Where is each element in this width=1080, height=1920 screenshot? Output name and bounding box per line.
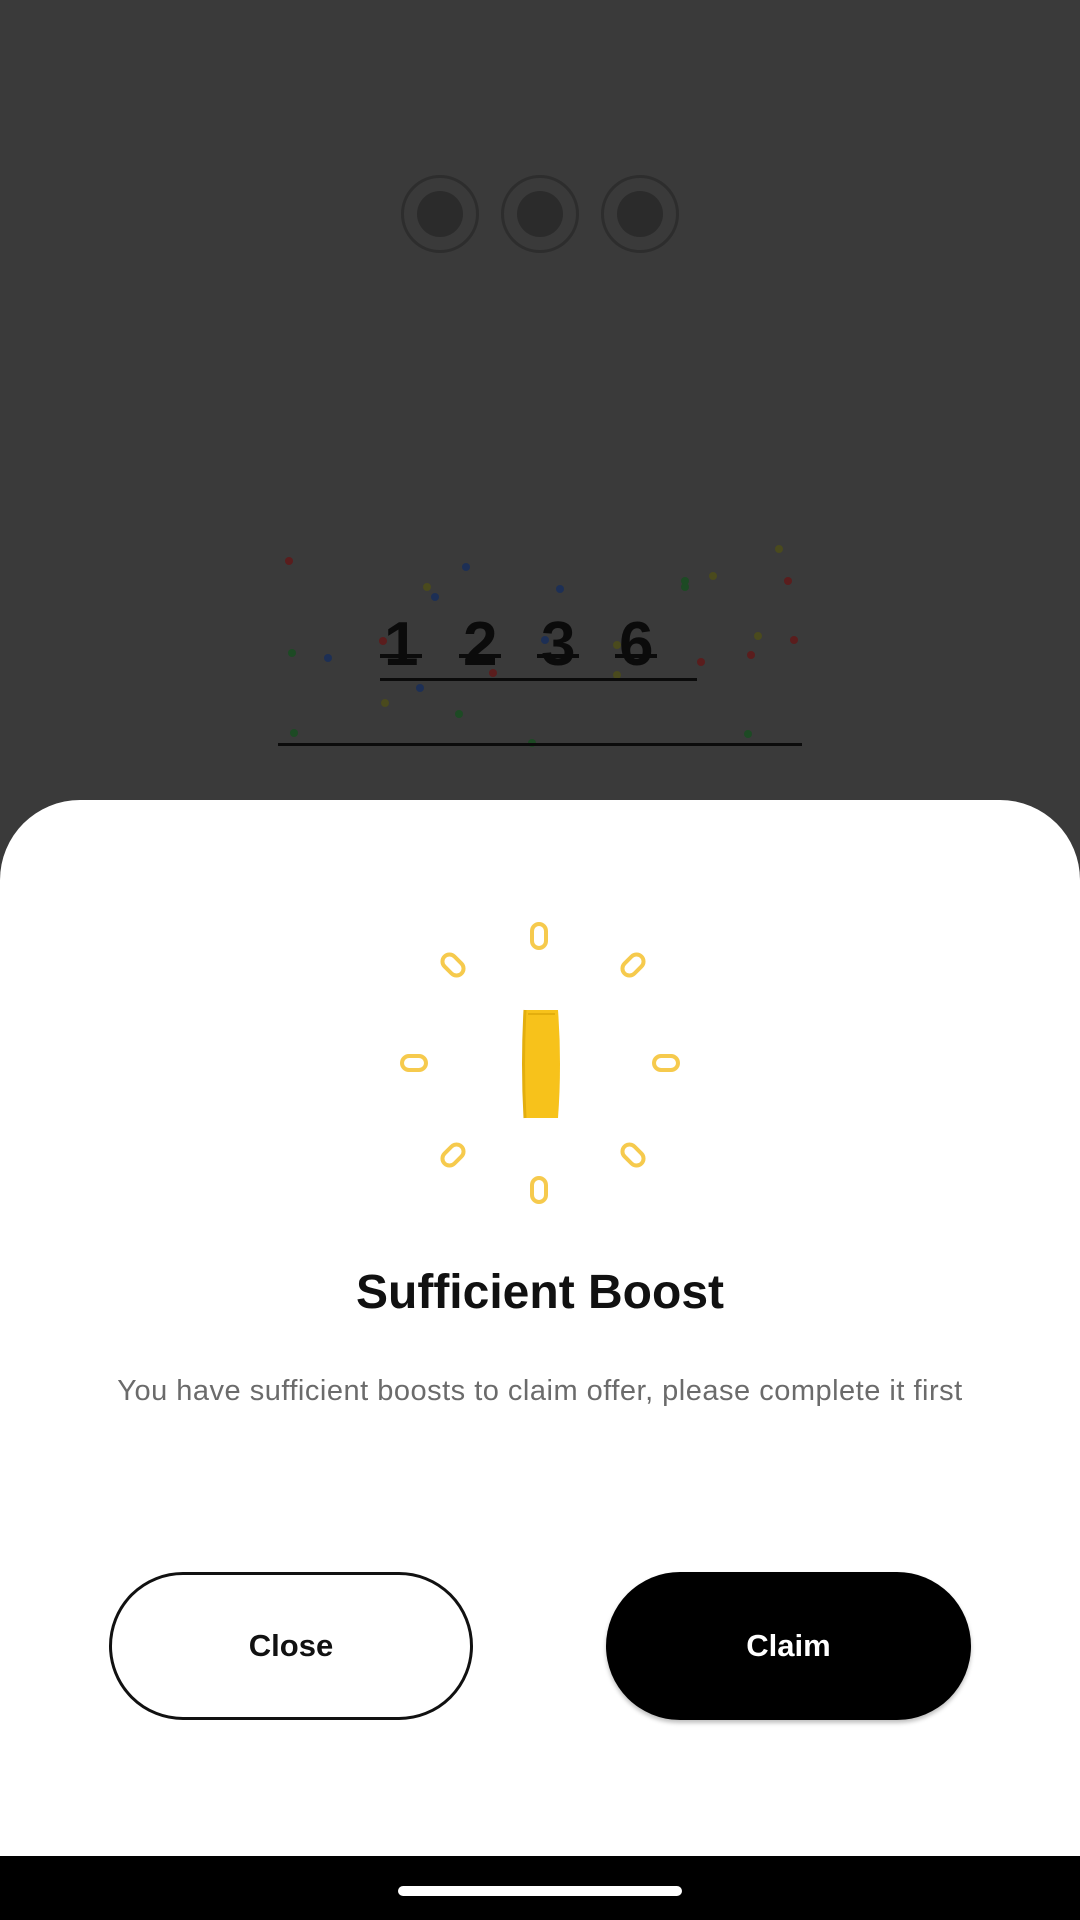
code-digits: 1 2 3 6 xyxy=(380,610,700,681)
boost-bottom-sheet: Sufficient Boost You have sufficient boo… xyxy=(0,800,1080,1856)
system-navigation-bar xyxy=(0,1856,1080,1920)
code-digit: 1 xyxy=(384,610,419,679)
code-digit: 3 xyxy=(541,610,576,679)
divider-line xyxy=(278,743,802,746)
code-digit: 6 xyxy=(619,610,654,679)
dialog-title: Sufficient Boost xyxy=(356,1266,724,1319)
dialog-message: You have sufficient boosts to claim offe… xyxy=(117,1375,963,1407)
boost-coin-sparkle-icon xyxy=(400,922,680,1204)
claim-button[interactable]: Claim xyxy=(606,1572,971,1720)
close-button[interactable]: Close xyxy=(109,1572,473,1720)
code-digit: 2 xyxy=(463,610,498,679)
home-indicator[interactable] xyxy=(398,1886,682,1896)
